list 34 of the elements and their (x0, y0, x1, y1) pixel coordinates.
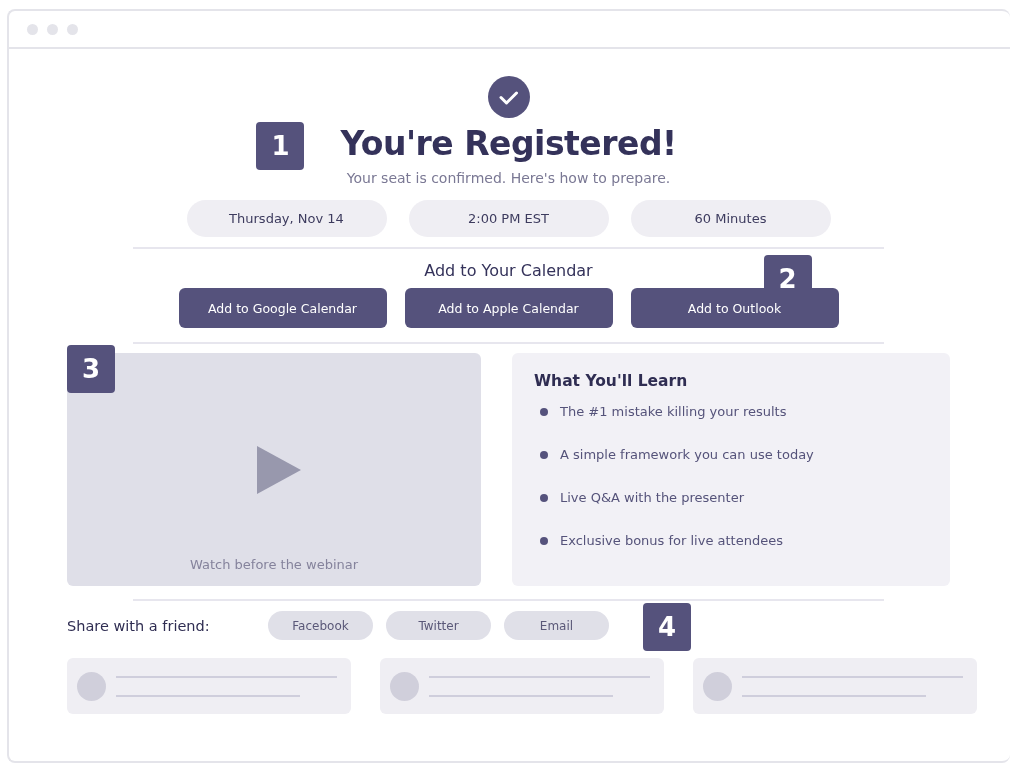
add-to-calendar-button[interactable]: Add to Outlook (630, 288, 839, 328)
learn-item: The #1 mistake killing your results (560, 404, 787, 419)
add-to-calendar-button[interactable]: Add to Apple Calendar (404, 288, 613, 328)
subtitle: Your seat is confirmed. Here's how to prepare. (346, 170, 671, 186)
event-detail-pill: 60 Minutes (630, 200, 831, 237)
event-detail-pill: Thursday, Nov 14 (186, 200, 387, 237)
calendar-heading: Add to Your Calendar (424, 261, 593, 280)
learn-heading: What You'll Learn (534, 372, 689, 390)
play-icon[interactable] (257, 446, 301, 494)
checkmark-icon (487, 76, 530, 118)
bullet-icon (540, 407, 548, 416)
learn-item: Live Q&A with the presenter (560, 490, 744, 505)
window-dot-icon (47, 23, 58, 35)
window-dot-icon (27, 23, 38, 35)
page-title: You're Registered! (340, 123, 677, 165)
add-to-calendar-button[interactable]: Add to Google Calendar (178, 288, 387, 328)
share-button[interactable]: Facebook (268, 611, 373, 640)
step-marker: 3 (67, 345, 115, 393)
share-button[interactable]: Email (504, 611, 609, 640)
bullet-icon (540, 450, 548, 459)
learn-item: Exclusive bonus for live attendees (560, 533, 783, 548)
share-label: Share with a friend: (67, 617, 211, 634)
share-button[interactable]: Twitter (386, 611, 491, 640)
avatar-icon (703, 671, 732, 701)
bullet-icon (540, 536, 548, 545)
event-detail-pill: 2:00 PM EST (408, 200, 609, 237)
avatar-icon (390, 671, 419, 701)
learn-item: A simple framework you can use today (560, 447, 814, 462)
step-marker: 4 (643, 603, 691, 651)
bullet-icon (540, 493, 548, 502)
window-dot-icon (67, 23, 78, 35)
step-marker: 1 (256, 122, 305, 170)
avatar-icon (77, 671, 106, 701)
video-caption: Watch before the webinar (189, 557, 359, 572)
